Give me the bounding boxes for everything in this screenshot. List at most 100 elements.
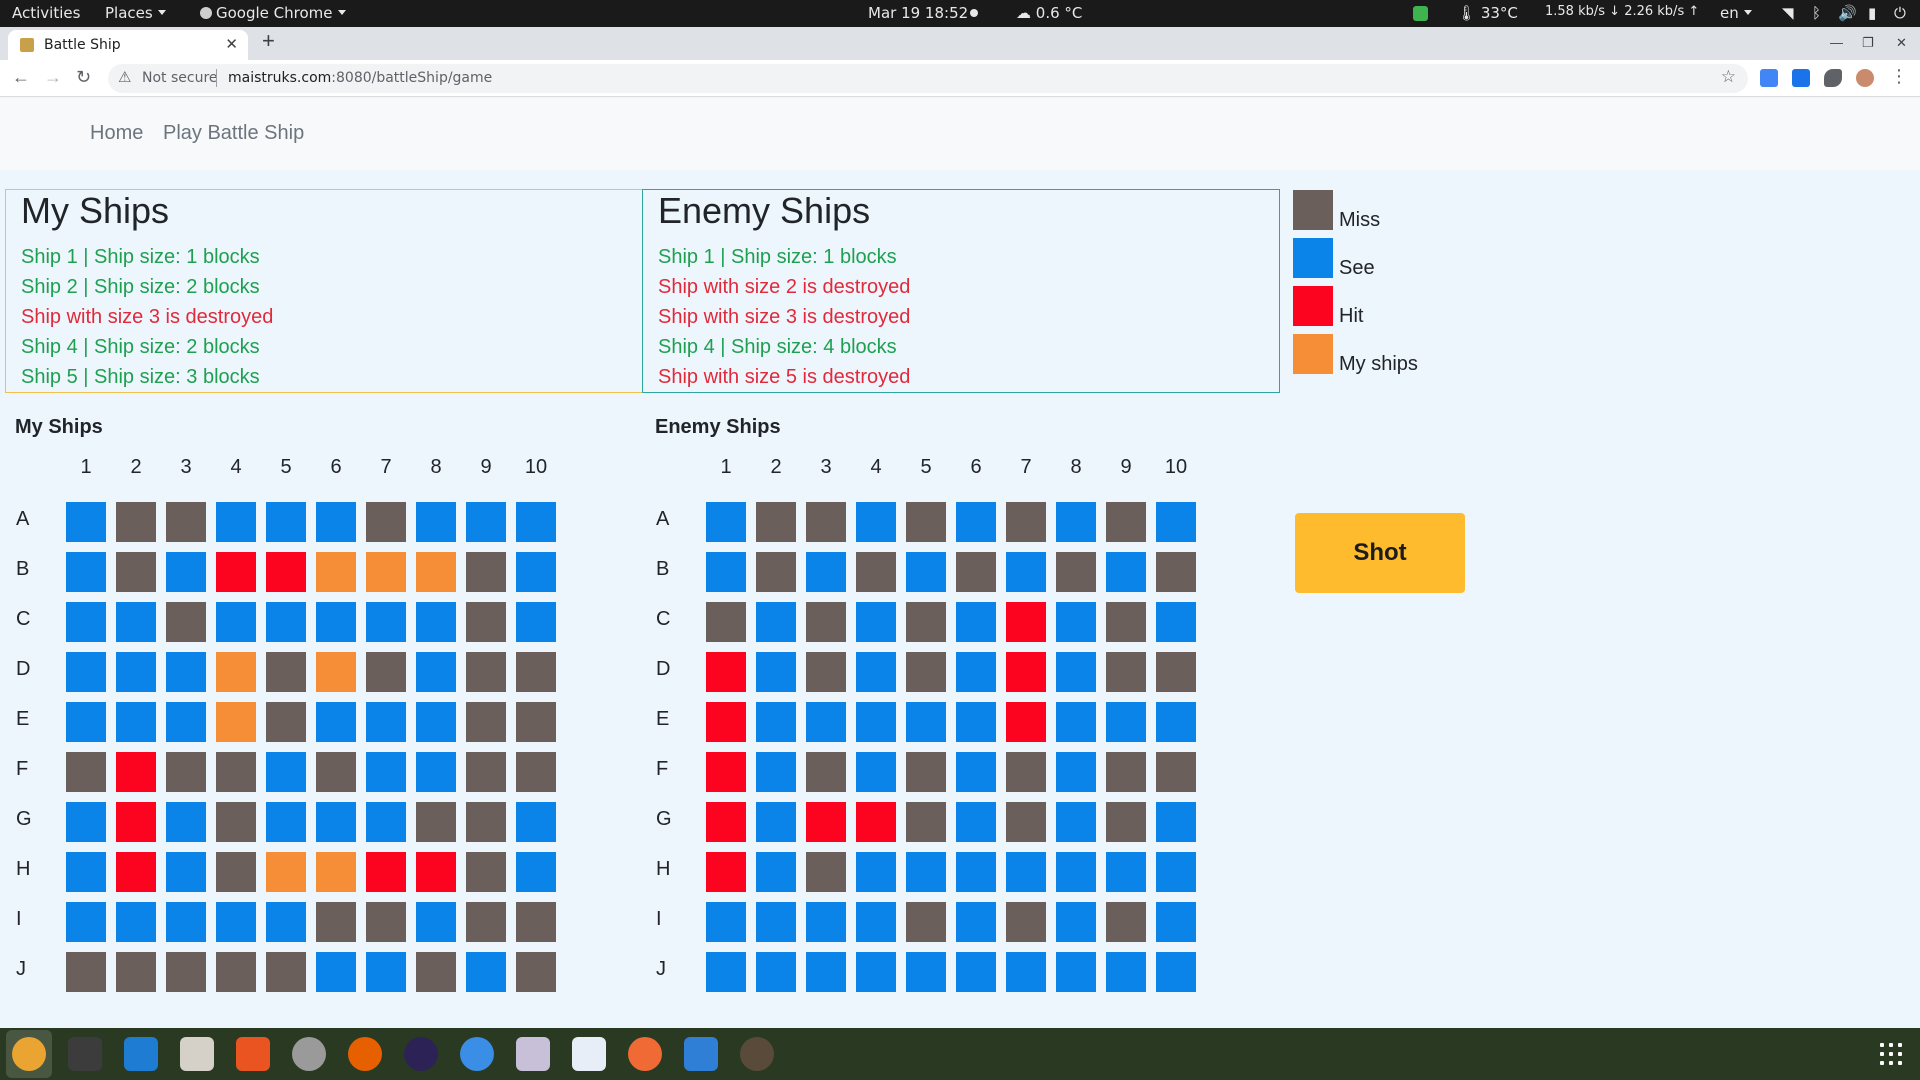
tweaks-launcher-icon[interactable] [516, 1037, 550, 1071]
eclipse-launcher-icon[interactable] [404, 1037, 438, 1071]
my-board-cell-E7[interactable] [366, 702, 406, 742]
enemy-board-cell-A2[interactable] [756, 502, 796, 542]
bookmark-star-icon[interactable]: ☆ [1721, 67, 1736, 87]
my-board-cell-F4[interactable] [216, 752, 256, 792]
enemy-board-cell-A8[interactable] [1056, 502, 1096, 542]
my-board-cell-C9[interactable] [466, 602, 506, 642]
help-launcher-icon[interactable] [460, 1037, 494, 1071]
enemy-board-cell-F4[interactable] [856, 752, 896, 792]
activities-button[interactable]: Activities [12, 4, 80, 22]
enemy-board-cell-C2[interactable] [756, 602, 796, 642]
enemy-board-cell-J1[interactable] [706, 952, 746, 992]
my-board-cell-I2[interactable] [116, 902, 156, 942]
enemy-board-cell-A4[interactable] [856, 502, 896, 542]
my-board-cell-I8[interactable] [416, 902, 456, 942]
enemy-board-cell-D2[interactable] [756, 652, 796, 692]
enemy-board-cell-C8[interactable] [1056, 602, 1096, 642]
back-arrow-icon[interactable]: ← [12, 67, 30, 88]
puzzle-extensions-icon[interactable] [1824, 69, 1842, 87]
enemy-board-cell-H7[interactable] [1006, 852, 1046, 892]
power-menu-icon[interactable]: ⏻ [1894, 4, 1906, 22]
enemy-board-cell-E2[interactable] [756, 702, 796, 742]
my-board-cell-E10[interactable] [516, 702, 556, 742]
my-board-cell-D5[interactable] [266, 652, 306, 692]
weather-indicator[interactable]: ☁ 0.6 °C [1016, 4, 1082, 22]
my-board-cell-B4[interactable] [216, 552, 256, 592]
enemy-board-cell-I8[interactable] [1056, 902, 1096, 942]
enemy-board-cell-G4[interactable] [856, 802, 896, 842]
enemy-board-cell-F8[interactable] [1056, 752, 1096, 792]
enemy-board-cell-F5[interactable] [906, 752, 946, 792]
my-board-cell-F9[interactable] [466, 752, 506, 792]
enemy-board-cell-I3[interactable] [806, 902, 846, 942]
enemy-board-cell-I9[interactable] [1106, 902, 1146, 942]
my-board-cell-C7[interactable] [366, 602, 406, 642]
enemy-board-cell-I4[interactable] [856, 902, 896, 942]
enemy-board-cell-I2[interactable] [756, 902, 796, 942]
enemy-board-cell-B10[interactable] [1156, 552, 1196, 592]
enemy-board-cell-C6[interactable] [956, 602, 996, 642]
enemy-board-cell-G5[interactable] [906, 802, 946, 842]
enemy-board-cell-A9[interactable] [1106, 502, 1146, 542]
enemy-board-cell-G10[interactable] [1156, 802, 1196, 842]
my-board-cell-G7[interactable] [366, 802, 406, 842]
enemy-board-cell-E4[interactable] [856, 702, 896, 742]
enemy-board-cell-G8[interactable] [1056, 802, 1096, 842]
show-applications-icon[interactable] [1880, 1043, 1902, 1065]
my-board-cell-B2[interactable] [116, 552, 156, 592]
my-board-cell-J3[interactable] [166, 952, 206, 992]
my-board-cell-A6[interactable] [316, 502, 356, 542]
my-board-cell-D4[interactable] [216, 652, 256, 692]
enemy-board-cell-C4[interactable] [856, 602, 896, 642]
enemy-board-cell-B8[interactable] [1056, 552, 1096, 592]
my-board-cell-G10[interactable] [516, 802, 556, 842]
enemy-board-cell-G1[interactable] [706, 802, 746, 842]
my-board-cell-D9[interactable] [466, 652, 506, 692]
enemy-board-cell-E5[interactable] [906, 702, 946, 742]
security-shield-icon[interactable] [1413, 6, 1428, 21]
my-board-cell-D8[interactable] [416, 652, 456, 692]
my-board-cell-A10[interactable] [516, 502, 556, 542]
enemy-board-cell-D6[interactable] [956, 652, 996, 692]
my-board-cell-G3[interactable] [166, 802, 206, 842]
settings-launcher-icon[interactable] [292, 1037, 326, 1071]
enemy-board-cell-F2[interactable] [756, 752, 796, 792]
enemy-board-cell-A5[interactable] [906, 502, 946, 542]
my-board-cell-C1[interactable] [66, 602, 106, 642]
enemy-board-cell-G9[interactable] [1106, 802, 1146, 842]
my-board-cell-A2[interactable] [116, 502, 156, 542]
enemy-board-cell-I10[interactable] [1156, 902, 1196, 942]
enemy-board-cell-B7[interactable] [1006, 552, 1046, 592]
reload-icon[interactable]: ↻ [76, 67, 91, 88]
cpu-temp-indicator[interactable]: 🌡 33°C [1457, 4, 1518, 22]
my-board-cell-B8[interactable] [416, 552, 456, 592]
my-board-cell-I4[interactable] [216, 902, 256, 942]
my-board-cell-J8[interactable] [416, 952, 456, 992]
clock[interactable]: Mar 19 18:52 [868, 4, 968, 22]
places-menu[interactable]: Places [105, 4, 166, 22]
translate-extension-icon[interactable] [1760, 69, 1778, 87]
my-board-cell-J9[interactable] [466, 952, 506, 992]
my-board-cell-B9[interactable] [466, 552, 506, 592]
my-board-cell-B6[interactable] [316, 552, 356, 592]
my-board-cell-J1[interactable] [66, 952, 106, 992]
enemy-board-cell-D7[interactable] [1006, 652, 1046, 692]
nav-home-link[interactable]: Home [90, 122, 143, 145]
postman-launcher-icon[interactable] [628, 1037, 662, 1071]
enemy-board-cell-H8[interactable] [1056, 852, 1096, 892]
gear-app-launcher-icon[interactable] [740, 1037, 774, 1071]
my-board-cell-E6[interactable] [316, 702, 356, 742]
my-board-cell-F7[interactable] [366, 752, 406, 792]
close-tab-icon[interactable]: ✕ [225, 35, 238, 53]
enemy-board-cell-J7[interactable] [1006, 952, 1046, 992]
my-board-cell-G4[interactable] [216, 802, 256, 842]
enemy-board-cell-A6[interactable] [956, 502, 996, 542]
enemy-board-cell-H1[interactable] [706, 852, 746, 892]
my-board-cell-F5[interactable] [266, 752, 306, 792]
enemy-board-cell-C3[interactable] [806, 602, 846, 642]
my-board-cell-D7[interactable] [366, 652, 406, 692]
files-launcher-icon[interactable] [180, 1037, 214, 1071]
enemy-board-cell-J3[interactable] [806, 952, 846, 992]
enemy-board-cell-I1[interactable] [706, 902, 746, 942]
enemy-board-cell-E3[interactable] [806, 702, 846, 742]
